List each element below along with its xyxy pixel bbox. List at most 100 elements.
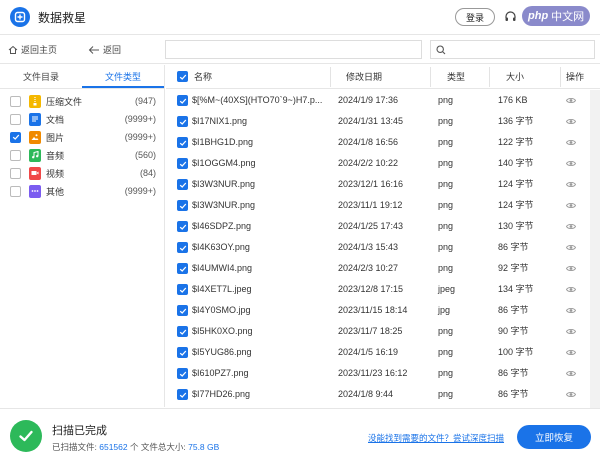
preview-eye-icon[interactable] xyxy=(565,117,577,126)
table-row[interactable]: $I3W3NUR.png 2023/12/1 16:16 png 124 字节 xyxy=(166,174,600,195)
row-checkbox[interactable] xyxy=(177,179,188,190)
table-row[interactable]: $I77HD26.png 2024/1/8 9:44 png 86 字节 xyxy=(166,384,600,405)
row-checkbox[interactable] xyxy=(177,305,188,316)
image-icon xyxy=(29,130,41,144)
category-checkbox[interactable] xyxy=(10,131,21,143)
row-checkbox[interactable] xyxy=(177,389,188,400)
preview-eye-icon[interactable] xyxy=(565,390,577,399)
category-checkbox[interactable] xyxy=(10,113,21,125)
row-checkbox[interactable] xyxy=(177,137,188,148)
category-checkbox[interactable] xyxy=(10,185,21,197)
table-row[interactable]: $I3W3NUR.png 2023/11/1 19:12 png 124 字节 xyxy=(166,195,600,216)
headset-icon[interactable] xyxy=(503,9,517,23)
table-row[interactable]: $I610PZ7.png 2023/11/23 16:12 png 86 字节 xyxy=(166,363,600,384)
scrollbar[interactable] xyxy=(590,90,600,408)
preview-eye-icon[interactable] xyxy=(565,222,577,231)
file-size: 134 字节 xyxy=(498,284,534,294)
table-row[interactable]: $I5YUG86.png 2024/1/5 16:19 png 100 字节 xyxy=(166,342,600,363)
row-checkbox[interactable] xyxy=(177,347,188,358)
left-panel: 文件目录 文件类型 压缩文件 (947) 文档 (9999+) 图片 (9999… xyxy=(0,65,165,407)
column-divider[interactable] xyxy=(560,67,561,87)
category-checkbox[interactable] xyxy=(10,149,21,161)
preview-eye-icon[interactable] xyxy=(565,348,577,357)
row-checkbox[interactable] xyxy=(177,158,188,169)
category-document[interactable]: 文档 (9999+) xyxy=(0,110,164,128)
check-circle-icon xyxy=(10,420,42,452)
category-video[interactable]: 视频 (84) xyxy=(0,164,164,182)
home-button[interactable]: 返回主页 xyxy=(8,43,57,56)
column-divider[interactable] xyxy=(330,67,331,87)
preview-eye-icon[interactable] xyxy=(565,327,577,336)
file-date: 2023/11/15 18:14 xyxy=(338,305,408,315)
category-checkbox[interactable] xyxy=(10,167,21,179)
file-type: png xyxy=(438,326,454,336)
file-type: png xyxy=(438,368,454,378)
column-header-type[interactable]: 类型 xyxy=(447,65,465,89)
preview-eye-icon[interactable] xyxy=(565,96,577,105)
php-watermark: php 中文网 xyxy=(522,6,591,26)
preview-eye-icon[interactable] xyxy=(565,138,577,147)
table-row[interactable]: $I4XET7L.jpeg 2023/12/8 17:15 jpeg 134 字节 xyxy=(166,279,600,300)
preview-eye-icon[interactable] xyxy=(565,285,577,294)
category-image[interactable]: 图片 (9999+) xyxy=(0,128,164,146)
select-all-checkbox[interactable] xyxy=(177,71,188,82)
row-checkbox[interactable] xyxy=(177,326,188,337)
category-other[interactable]: 其他 (9999+) xyxy=(0,182,164,200)
app-logo-icon xyxy=(10,7,30,27)
category-zip[interactable]: 压缩文件 (947) xyxy=(0,92,164,110)
file-date: 2024/1/8 16:56 xyxy=(338,137,399,147)
table-row[interactable]: $I1OGGM4.png 2024/2/2 10:22 png 140 字节 xyxy=(166,153,600,174)
tab-file-type[interactable]: 文件类型 xyxy=(82,65,164,88)
row-checkbox[interactable] xyxy=(177,368,188,379)
row-checkbox[interactable] xyxy=(177,242,188,253)
column-header-date[interactable]: 修改日期 xyxy=(346,65,382,89)
table-row[interactable]: $I17NIX1.png 2024/1/31 13:45 png 136 字节 xyxy=(166,111,600,132)
row-checkbox[interactable] xyxy=(177,221,188,232)
row-checkbox[interactable] xyxy=(177,200,188,211)
column-header-name[interactable]: 名称 xyxy=(194,65,212,89)
preview-eye-icon[interactable] xyxy=(565,180,577,189)
file-name: $I4K63OY.png xyxy=(192,242,250,252)
table-row[interactable]: $I4UMWI4.png 2024/2/3 10:27 png 92 字节 xyxy=(166,258,600,279)
search-input[interactable] xyxy=(430,40,595,59)
table-row[interactable]: $I1BHG1D.png 2024/1/8 16:56 png 122 字节 xyxy=(166,132,600,153)
row-checkbox[interactable] xyxy=(177,116,188,127)
recover-now-button[interactable]: 立即恢复 xyxy=(517,425,591,449)
file-name: $I3W3NUR.png xyxy=(192,179,256,189)
column-divider[interactable] xyxy=(489,67,490,87)
file-size: 124 字节 xyxy=(498,200,534,210)
audio-icon xyxy=(29,148,41,162)
file-name: $I5YUG86.png xyxy=(192,347,252,357)
preview-eye-icon[interactable] xyxy=(565,264,577,273)
back-button[interactable]: 返回 xyxy=(88,43,121,56)
column-header-size[interactable]: 大小 xyxy=(506,65,524,89)
table-row[interactable]: $I4K63OY.png 2024/1/3 15:43 png 86 字节 xyxy=(166,237,600,258)
login-button[interactable]: 登录 xyxy=(455,8,495,26)
table-row[interactable]: $I4Y0SMO.jpg 2023/11/15 18:14 jpg 86 字节 xyxy=(166,300,600,321)
preview-eye-icon[interactable] xyxy=(565,306,577,315)
file-date: 2023/11/7 18:25 xyxy=(338,326,403,336)
path-input[interactable] xyxy=(165,40,422,59)
row-checkbox[interactable] xyxy=(177,95,188,106)
row-checkbox[interactable] xyxy=(177,284,188,295)
preview-eye-icon[interactable] xyxy=(565,159,577,168)
preview-eye-icon[interactable] xyxy=(565,369,577,378)
scanned-count: 651562 xyxy=(99,442,128,452)
home-icon xyxy=(8,45,18,54)
table-row[interactable]: $I5HK0XO.png 2023/11/7 18:25 png 90 字节 xyxy=(166,321,600,342)
file-size: 136 字节 xyxy=(498,116,534,126)
file-size: 86 字节 xyxy=(498,242,529,252)
row-checkbox[interactable] xyxy=(177,263,188,274)
category-checkbox[interactable] xyxy=(10,95,21,107)
table-row[interactable]: $[%M~(40XS](HTO70`9~)H7.p... 2024/1/9 17:… xyxy=(166,90,600,111)
tab-file-directory[interactable]: 文件目录 xyxy=(0,65,82,88)
title-bar: 数据救星 登录 php 中文网 xyxy=(0,0,600,34)
preview-eye-icon[interactable] xyxy=(565,201,577,210)
file-size: 122 字节 xyxy=(498,137,534,147)
table-row[interactable]: $I46SDPZ.png 2024/1/25 17:43 png 130 字节 xyxy=(166,216,600,237)
preview-eye-icon[interactable] xyxy=(565,243,577,252)
deep-scan-link[interactable]: 没能找到需要的文件？尝试深度扫描 xyxy=(368,432,504,444)
column-divider[interactable] xyxy=(430,67,431,87)
file-date: 2024/1/25 17:43 xyxy=(338,221,404,231)
category-audio[interactable]: 音频 (560) xyxy=(0,146,164,164)
